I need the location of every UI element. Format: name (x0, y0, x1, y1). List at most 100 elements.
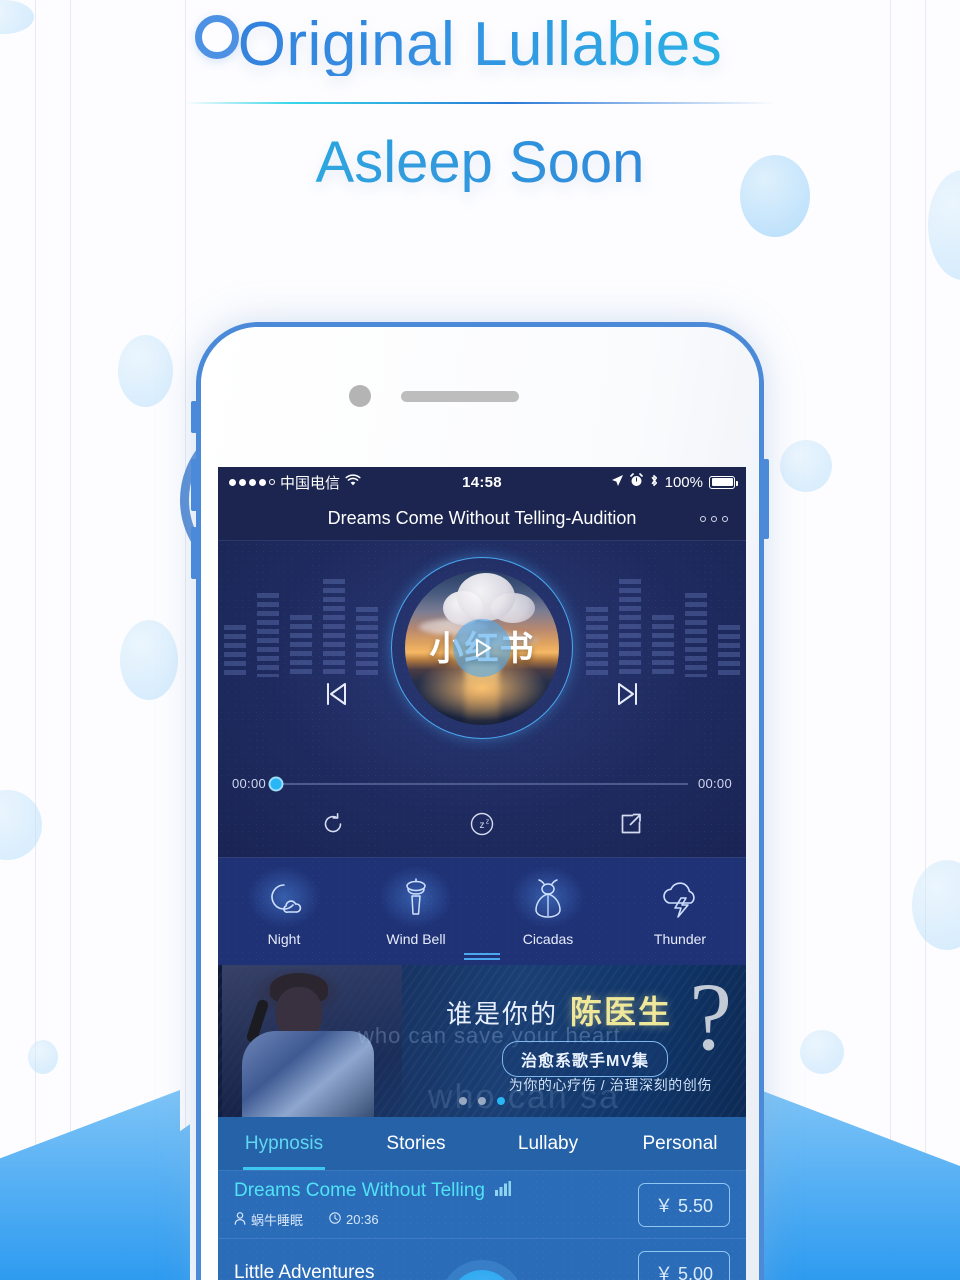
promo-headings: Original Lullabies Asleep Soon (0, 0, 960, 192)
next-track-button[interactable] (612, 677, 646, 711)
phone-mockup: 中国电信 14:58 100% Dreams Come Without Tell… (191, 322, 769, 1280)
banner-dot[interactable] (478, 1097, 486, 1105)
sound-effect-night[interactable]: Night (218, 858, 350, 965)
sound-effects-row: Night Wind Bell Cicadas Thunder (218, 857, 746, 965)
background-divider (35, 0, 36, 1280)
player-controls: zz (218, 807, 746, 841)
track-title-wrap: Little Adventures (234, 1262, 638, 1280)
decorative-bubble (780, 440, 832, 492)
banner-dot[interactable] (459, 1097, 467, 1105)
player-area: 小红书 00:00 00:00 (218, 541, 746, 857)
decorative-bubble (800, 1030, 844, 1074)
decorative-bubble (120, 620, 178, 700)
elapsed-time-label: 00:00 (232, 776, 267, 791)
decorative-bubble (28, 1040, 58, 1074)
play-button[interactable] (453, 619, 511, 677)
promo-banner[interactable]: ? who can save your heart who can sa 谁是你… (218, 965, 746, 1117)
status-bar: 中国电信 14:58 100% (218, 467, 746, 497)
track-row[interactable]: Dreams Come Without Telling 蜗牛睡眠 20:36 ￥… (218, 1171, 746, 1239)
banner-headline-highlight: 陈医生 (569, 994, 672, 1030)
battery-percent-label: 100% (664, 473, 703, 491)
moon-cloud-icon (262, 876, 306, 922)
phone-screen: 中国电信 14:58 100% Dreams Come Without Tell… (218, 467, 746, 1280)
banner-cta-button[interactable]: 治愈系歌手MV集 (501, 1041, 668, 1077)
earpiece-speaker (401, 391, 519, 402)
page-subtitle: Asleep Soon (0, 134, 960, 192)
promo-page: Original Lullabies Asleep Soon 中国电信 14:5… (0, 0, 960, 1280)
equalizer-bars-right (586, 579, 740, 677)
nav-bar: Dreams Come Without Telling-Audition (218, 497, 746, 541)
silent-switch[interactable] (191, 401, 197, 433)
question-mark-graphic: ? (689, 965, 732, 1070)
wifi-icon (345, 473, 361, 491)
page-title: Original Lullabies (0, 0, 960, 76)
tab-personal[interactable]: Personal (614, 1117, 746, 1170)
cloud-shape (457, 573, 515, 621)
carrier-label: 中国电信 (280, 474, 341, 492)
background-divider (70, 0, 71, 1280)
sound-effect-label: Wind Bell (386, 931, 446, 947)
page-indicator (464, 953, 500, 963)
decorative-bubble (118, 335, 173, 407)
banner-dot-active[interactable] (497, 1097, 505, 1105)
tab-stories[interactable]: Stories (350, 1117, 482, 1170)
thunder-cloud-icon (657, 876, 703, 922)
power-button[interactable] (763, 459, 769, 539)
background-divider (890, 0, 891, 1280)
volume-up-button[interactable] (191, 459, 197, 511)
more-horizontal-icon[interactable] (700, 515, 728, 522)
banner-headline: 谁是你的 陈医生 (446, 987, 672, 1033)
sound-effect-label: Cicadas (522, 931, 574, 947)
cicada-icon (528, 876, 568, 922)
banner-headline-prefix: 谁是你的 (445, 999, 558, 1029)
equalizer-bars-left (224, 579, 378, 677)
total-time-label: 00:00 (697, 776, 732, 791)
sound-effect-wind-bell[interactable]: Wind Bell (350, 858, 482, 965)
content-tabs: Hypnosis Stories Lullaby Personal (218, 1117, 746, 1171)
track-row[interactable]: Little Adventures ￥ 5.00 (218, 1239, 746, 1280)
clock-icon (329, 1212, 341, 1227)
sound-bars-icon (494, 1180, 512, 1202)
sound-effect-label: Thunder (653, 931, 707, 947)
track-author: 蜗牛睡眠 (251, 1213, 304, 1228)
svg-text:z: z (479, 820, 484, 831)
track-title: Dreams Come Without Telling (234, 1180, 485, 1201)
now-playing-title: Dreams Come Without Telling-Audition (327, 508, 637, 528)
progress-thumb[interactable] (268, 776, 284, 791)
tab-lullaby[interactable]: Lullaby (482, 1117, 614, 1170)
bluetooth-icon (649, 473, 659, 492)
sound-effect-thunder[interactable]: Thunder (614, 858, 746, 965)
sound-effect-cicadas[interactable]: Cicadas (482, 858, 614, 965)
decorative-bubble (912, 860, 960, 950)
singer-body (242, 1031, 374, 1117)
background-divider (925, 0, 926, 1280)
location-arrow-icon (611, 474, 624, 491)
previous-track-button[interactable] (318, 677, 352, 711)
track-duration: 20:36 (346, 1212, 379, 1227)
tab-hypnosis[interactable]: Hypnosis (218, 1117, 350, 1170)
battery-full-icon (709, 475, 738, 489)
status-time: 14:58 (462, 473, 502, 491)
track-list: Dreams Come Without Telling 蜗牛睡眠 20:36 ￥… (218, 1171, 746, 1280)
share-icon[interactable] (614, 807, 648, 841)
wind-chime-icon (399, 876, 433, 922)
track-price-button[interactable]: ￥ 5.00 (637, 1250, 730, 1280)
track-title: Little Adventures (234, 1261, 375, 1280)
track-meta: 蜗牛睡眠 20:36 (234, 1210, 638, 1229)
album-art[interactable]: 小红书 (391, 557, 573, 739)
progress-slider[interactable] (268, 776, 688, 791)
volume-down-button[interactable] (191, 527, 197, 579)
banner-page-dots[interactable] (459, 1097, 505, 1105)
repeat-icon[interactable] (316, 807, 350, 841)
track-price-button[interactable]: ￥ 5.50 (637, 1182, 730, 1227)
sleep-timer-icon[interactable]: zz (465, 807, 499, 841)
signal-strength-icon (229, 478, 275, 486)
progress-row: 00:00 00:00 (218, 776, 746, 791)
front-camera-icon (349, 385, 371, 407)
background-divider (185, 0, 186, 1280)
track-title-wrap: Dreams Come Without Telling (234, 1180, 638, 1202)
sound-effect-label: Night (267, 931, 301, 947)
alarm-clock-icon (629, 473, 643, 491)
svg-text:z: z (486, 819, 490, 826)
title-divider (185, 102, 775, 104)
